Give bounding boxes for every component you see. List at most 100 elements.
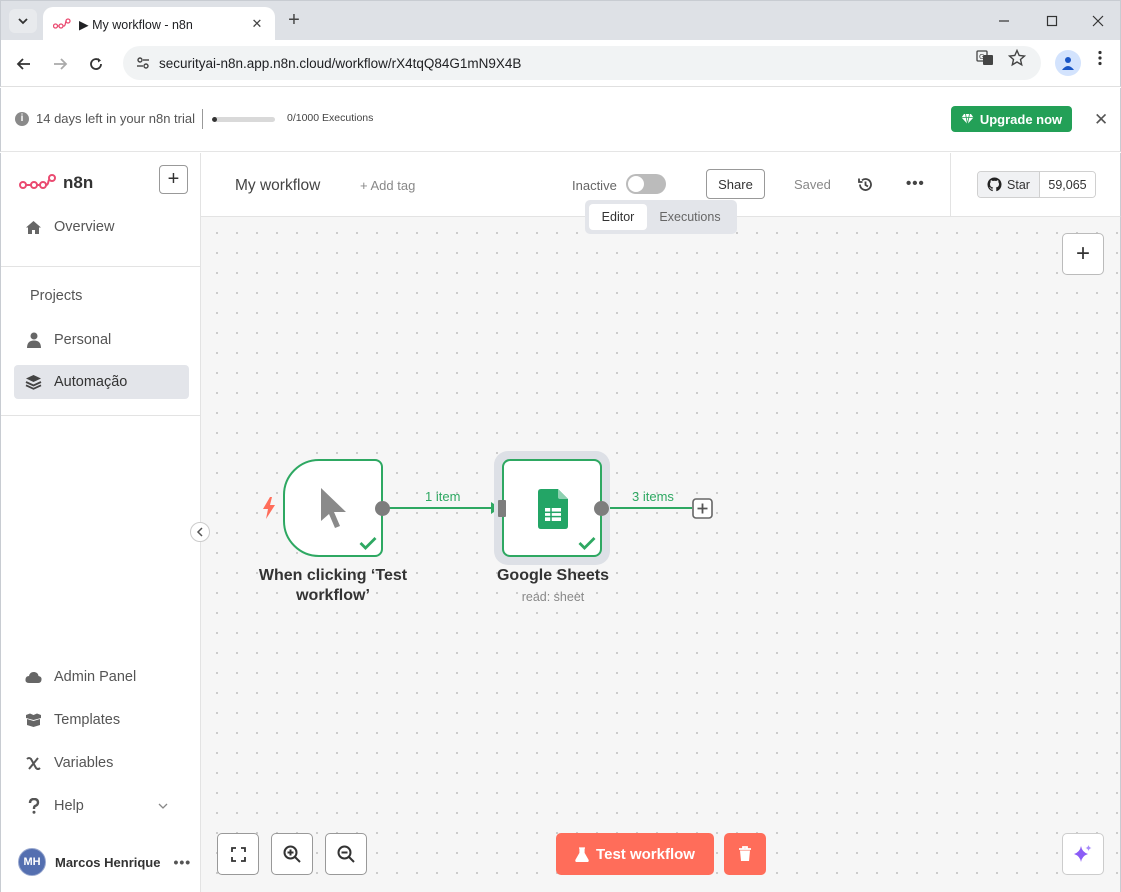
executions-count: 0/1000 Executions [287,112,374,124]
tab-executions[interactable]: Executions [649,204,731,230]
sidebar-item-help[interactable]: Help [14,789,189,823]
sidebar-item-label: Automação [54,374,128,390]
chevron-left-icon [196,527,203,537]
translate-button[interactable]: G [975,49,995,67]
browser-menu-button[interactable] [1090,49,1110,67]
cursor-icon [321,488,346,528]
close-banner-button[interactable]: ✕ [1094,110,1108,130]
sidebar-item-label: Personal [54,332,112,348]
tab-editor[interactable]: Editor [589,204,647,230]
edge-2-label: 3 items [632,489,674,504]
bookmark-button[interactable] [1007,49,1027,67]
sidebar-item-automacao[interactable]: Automação [14,365,189,399]
tab-search-button[interactable] [9,9,37,33]
arrow-left-icon [16,58,30,70]
question-icon [25,798,42,815]
close-window-button[interactable] [1086,9,1110,33]
user-icon [25,332,42,349]
sidebar-item-overview[interactable]: Overview [14,210,189,244]
github-star-button[interactable]: Star [978,172,1040,197]
trigger-output-handle[interactable] [374,500,391,517]
chevron-down-icon [18,18,28,25]
user-more-button[interactable]: ••• [173,854,191,870]
workflow-more-button[interactable]: ••• [906,175,925,192]
history-icon[interactable] [857,176,874,193]
translate-icon: G [976,50,993,65]
add-tag-button[interactable]: + Add tag [360,178,415,193]
sidebar-item-label: Overview [54,219,115,235]
zoom-out-button[interactable] [325,833,367,875]
trial-text: 14 days left in your n8n trial [36,111,195,126]
sidebar-item-variables[interactable]: Variables [14,746,189,780]
site-settings-icon[interactable] [135,55,151,71]
banner-separator [202,109,203,129]
gem-icon [961,113,974,125]
test-workflow-label: Test workflow [596,845,695,863]
avatar: MH [18,848,46,876]
header-divider [950,153,951,217]
box-icon [25,712,42,729]
n8n-logo[interactable]: n8n [19,173,93,193]
zoom-to-fit-button[interactable] [217,833,259,875]
google-sheets-input-handle[interactable] [497,500,507,517]
sidebar-item-admin-panel[interactable]: Admin Panel [14,660,189,694]
forward-button[interactable] [48,52,72,76]
close-icon [1092,15,1104,27]
url-omnibox[interactable]: securityai-n8n.app.n8n.cloud/workflow/rX… [123,46,1041,80]
minimize-button[interactable] [992,9,1016,33]
add-node-button[interactable]: + [1062,233,1104,275]
sidebar-item-label: Variables [54,755,114,771]
add-next-node-button[interactable] [692,498,713,519]
minimize-icon [999,20,1009,22]
saved-status: Saved [794,177,831,192]
active-status-label: Inactive [572,178,617,193]
share-button[interactable]: Share [706,169,765,199]
tab-close-button[interactable]: ✕ [249,16,265,32]
workflow-name[interactable]: My workflow [235,177,320,195]
trigger-node[interactable] [283,459,383,557]
sidebar-item-label: Help [54,798,84,814]
url-text: securityai-n8n.app.n8n.cloud/workflow/rX… [159,55,522,71]
n8n-logo-icon [19,174,56,189]
user-menu[interactable]: MH Marcos Henrique ••• [18,848,191,876]
sidebar-item-templates[interactable]: Templates [14,703,189,737]
maximize-button[interactable] [1040,9,1064,33]
ai-assistant-button[interactable] [1062,833,1104,875]
test-workflow-button[interactable]: Test workflow [556,833,714,875]
google-sheets-node-subtitle: read: sheet [521,590,585,604]
upgrade-now-button[interactable]: Upgrade now [951,106,1072,132]
browser-tab[interactable]: ▶ My workflow - n8n ✕ [43,7,275,41]
tab-title: ▶ My workflow - n8n [79,17,193,32]
home-icon [25,219,42,236]
new-tab-button[interactable]: + [284,10,304,31]
kebab-menu-icon [1098,50,1102,66]
github-star-widget[interactable]: Star 59,065 [977,171,1096,198]
create-button[interactable]: + [159,165,188,194]
delete-execution-button[interactable] [724,833,766,875]
reload-button[interactable] [84,52,108,76]
activate-toggle[interactable] [626,174,666,194]
sidebar-item-personal[interactable]: Personal [14,323,189,357]
variable-icon [25,755,42,772]
logo-text: n8n [63,173,94,192]
sidebar-divider [1,415,201,416]
sidebar: n8n + Overview Projects Personal Automaç… [0,153,201,892]
chevron-down-icon [158,803,168,809]
layers-icon [25,374,42,391]
zoom-out-icon [337,845,355,863]
success-check-icon [359,537,377,550]
trigger-bolt-icon [263,497,275,519]
fit-view-icon [230,846,246,862]
sidebar-item-label: Templates [54,712,121,728]
google-sheets-node[interactable] [502,459,602,557]
collapse-sidebar-button[interactable] [190,522,210,542]
profile-button[interactable] [1055,50,1081,76]
google-sheets-node-label: Google Sheets [496,567,610,584]
executions-progress-fill [212,117,217,122]
google-sheets-output-handle[interactable] [593,500,610,517]
sparkle-icon [1074,845,1092,862]
back-button[interactable] [12,52,36,76]
sidebar-divider [1,266,201,267]
zoom-in-button[interactable] [271,833,313,875]
cloud-icon [25,669,42,686]
